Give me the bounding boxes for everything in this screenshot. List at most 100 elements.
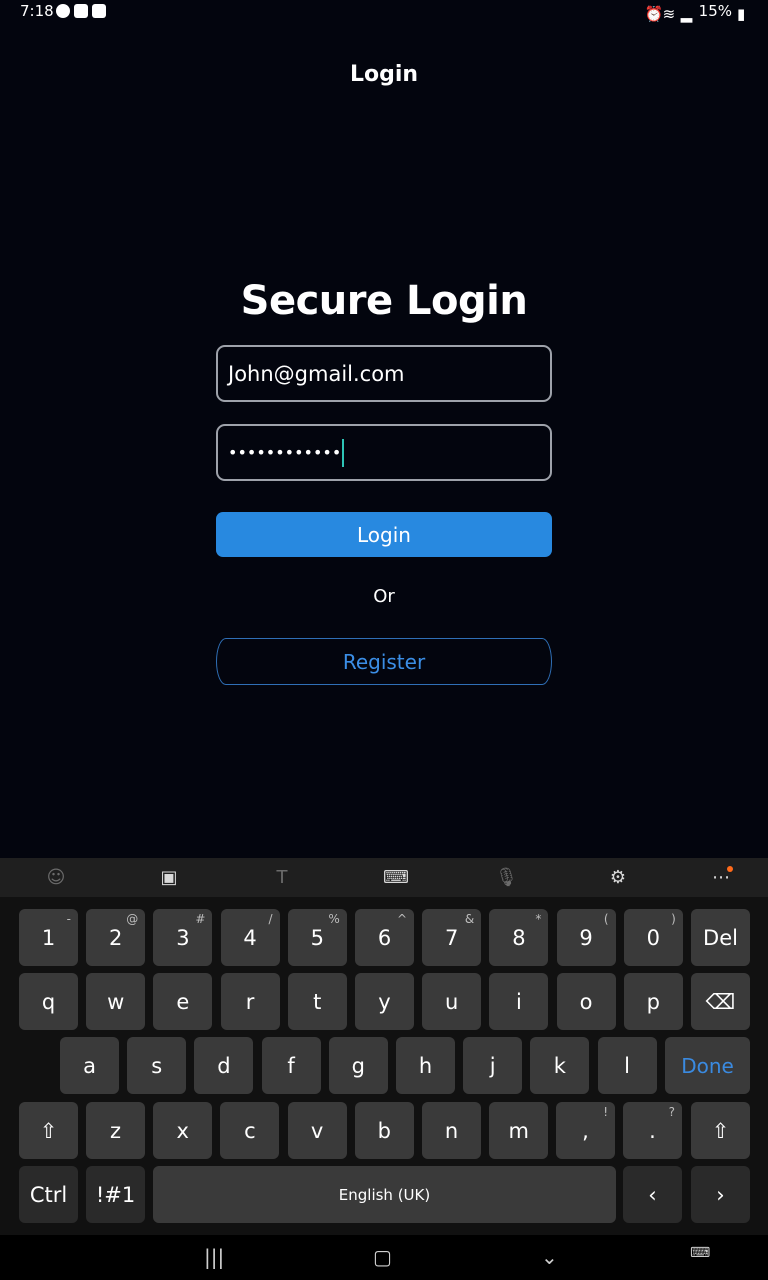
key-4-label: 4 — [243, 925, 257, 950]
settings-gear-icon[interactable]: ⚙ — [607, 867, 629, 889]
notification-icons — [56, 4, 106, 18]
key-g-label: g — [351, 1053, 365, 1078]
alarm-icon: ⏰ — [644, 4, 664, 23]
key-k-label: k — [553, 1053, 566, 1078]
done-key[interactable]: Done — [665, 1037, 750, 1094]
key-d[interactable]: d — [194, 1037, 254, 1094]
key-i-label: i — [515, 989, 522, 1014]
key-8-label: 8 — [512, 925, 526, 950]
shift-key-right[interactable]: ⇧ — [691, 1102, 750, 1159]
key-c-label: c — [244, 1118, 256, 1143]
key-8-secondary: * — [535, 912, 542, 926]
key-d-label: d — [217, 1053, 231, 1078]
emoji-icon[interactable]: ☺ — [45, 867, 67, 889]
shift-key-left[interactable]: ⇧ — [19, 1102, 78, 1159]
chevron-down-icon[interactable]: ⌄ — [541, 1245, 558, 1269]
key-z[interactable]: z — [86, 1102, 145, 1159]
key-0-secondary: ) — [671, 912, 676, 926]
cursor-right-key[interactable]: › — [691, 1166, 750, 1223]
key-7[interactable]: 7 & — [422, 909, 482, 966]
symbols-key[interactable]: !#1 — [86, 1166, 145, 1223]
key-r[interactable]: r — [220, 973, 280, 1030]
key-2[interactable]: 2 @ — [86, 909, 146, 966]
key-x[interactable]: x — [153, 1102, 213, 1159]
key-n[interactable]: n — [422, 1102, 481, 1159]
key-5[interactable]: 5% — [287, 909, 347, 966]
or-divider-label: Or — [373, 586, 395, 607]
recent-apps-icon[interactable]: ||| — [204, 1245, 224, 1269]
key-1-label: 1 — [41, 925, 56, 950]
key-3[interactable]: 3 # — [153, 909, 213, 966]
handwriting-icon[interactable]: T — [271, 867, 293, 889]
key-a[interactable]: a — [60, 1037, 119, 1094]
comma-key-secondary: ! — [603, 1105, 608, 1119]
key-t-label: t — [313, 989, 322, 1014]
key-w-label: w — [107, 989, 125, 1014]
key-j[interactable]: j — [463, 1037, 523, 1094]
keyboard-switch-icon[interactable]: ⌨ — [690, 1245, 710, 1261]
key-p[interactable]: p — [623, 973, 683, 1030]
keyboard-layout-icon[interactable]: ⌨ — [383, 867, 409, 889]
key-2-secondary: @ — [126, 912, 139, 926]
gallery-notification-icon — [74, 4, 88, 18]
key-q-label: q — [41, 989, 56, 1014]
key-w[interactable]: w — [86, 973, 146, 1030]
key-j-label: j — [489, 1053, 496, 1078]
key-4[interactable]: 4/ — [220, 909, 280, 966]
key-e[interactable]: e — [153, 973, 213, 1030]
key-q[interactable]: q — [19, 973, 78, 1030]
home-icon[interactable]: ▢ — [373, 1245, 392, 1269]
backspace-key[interactable]: ⌫ — [691, 973, 750, 1030]
key-0-label: 0 — [646, 925, 660, 950]
key-o-label: o — [579, 989, 593, 1014]
key-r-label: r — [245, 989, 255, 1014]
key-n-label: n — [444, 1118, 459, 1143]
email-field-value: John@gmail.com — [228, 361, 405, 386]
email-field[interactable]: John@gmail.com — [216, 345, 552, 402]
key-u-label: u — [445, 989, 459, 1014]
key-f[interactable]: f — [261, 1037, 321, 1094]
key-7-label: 7 — [445, 925, 459, 950]
delete-key[interactable]: Del — [691, 909, 750, 966]
key-l[interactable]: l — [597, 1037, 657, 1094]
space-key[interactable]: English (UK) — [153, 1166, 616, 1223]
login-button[interactable]: Login — [216, 512, 552, 557]
key-h-label: h — [418, 1053, 433, 1078]
status-bar: 7:18 ⏰ ≋ ▂ 15% ▮ — [0, 0, 768, 24]
key-u[interactable]: u — [422, 973, 482, 1030]
cursor-left-key[interactable]: ‹ — [623, 1166, 682, 1223]
key-k[interactable]: k — [530, 1037, 590, 1094]
key-c[interactable]: c — [220, 1102, 280, 1159]
chevron-right-icon: › — [716, 1182, 725, 1207]
battery-percent: 15% — [698, 2, 732, 20]
sticker-icon[interactable]: ▣ — [158, 867, 180, 889]
key-8[interactable]: 8 * — [489, 909, 549, 966]
backspace-icon: ⌫ — [705, 989, 736, 1014]
key-6[interactable]: 6 ^ — [355, 909, 414, 966]
key-9[interactable]: 9( — [556, 909, 616, 966]
key-y[interactable]: y — [355, 973, 414, 1030]
key-p-label: p — [646, 989, 660, 1014]
keyboard-toolbar: ☺ ▣ T ⌨ 🎙 ⚙ ⋯ — [0, 858, 768, 897]
comma-key[interactable]: , ! — [556, 1102, 615, 1159]
key-o[interactable]: o — [556, 973, 616, 1030]
ctrl-key[interactable]: Ctrl — [19, 1166, 78, 1223]
key-m[interactable]: m — [489, 1102, 549, 1159]
key-1[interactable]: 1- — [19, 909, 78, 966]
password-field[interactable]: •••••••••••• — [216, 424, 552, 481]
key-i[interactable]: i — [489, 973, 549, 1030]
period-key[interactable]: . ? — [623, 1102, 682, 1159]
key-h[interactable]: h — [396, 1037, 455, 1094]
register-button[interactable]: Register — [216, 638, 552, 685]
key-0[interactable]: 0) — [623, 909, 683, 966]
key-g[interactable]: g — [328, 1037, 388, 1094]
key-t[interactable]: t — [287, 973, 347, 1030]
key-s[interactable]: s — [127, 1037, 187, 1094]
key-m-label: m — [508, 1118, 529, 1143]
battery-icon: ▮ — [737, 4, 746, 23]
key-v[interactable]: v — [287, 1102, 347, 1159]
key-b[interactable]: b — [354, 1102, 414, 1159]
form-headline: Secure Login — [240, 278, 528, 324]
key-5-label: 5 — [310, 925, 324, 950]
microphone-icon[interactable]: 🎙 — [495, 867, 518, 889]
